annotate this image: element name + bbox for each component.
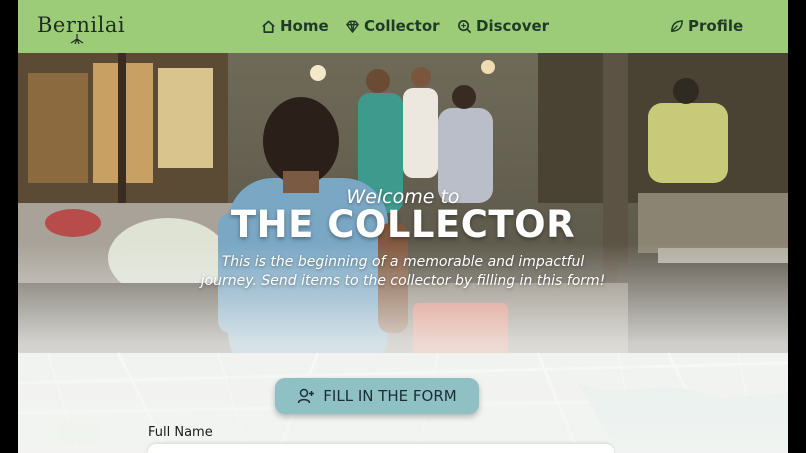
full-name-label: Full Name	[148, 425, 213, 440]
navbar: Bernilai Home Collector Discover Profile	[18, 0, 788, 53]
nav-home[interactable]: Home	[261, 17, 329, 35]
nav-home-label: Home	[280, 17, 329, 35]
nav-discover-label: Discover	[476, 17, 550, 35]
nav-profile-label: Profile	[688, 17, 744, 35]
full-name-field[interactable]	[148, 444, 614, 453]
home-icon	[262, 20, 275, 33]
roots-icon	[70, 34, 84, 44]
hero-section: Welcome to THE COLLECTOR This is the beg…	[18, 53, 788, 453]
fill-form-button-label: FILL IN THE FORM	[323, 387, 457, 405]
nav-collector-label: Collector	[364, 17, 440, 35]
search-icon	[458, 19, 472, 33]
hero-subtitle: This is the beginning of a memorable and…	[200, 254, 606, 289]
fill-form-button[interactable]: FILL IN THE FORM	[275, 378, 479, 414]
nav-discover[interactable]: Discover	[457, 17, 549, 35]
user-add-icon	[298, 388, 315, 404]
nav-collector[interactable]: Collector	[345, 17, 440, 35]
nav-profile[interactable]: Profile	[669, 17, 743, 35]
leaf-icon	[671, 19, 683, 32]
page-frame: Bernilai Home Collector Discover Profile…	[18, 0, 788, 453]
diamond-icon	[346, 20, 359, 33]
hero-title: THE COLLECTOR	[230, 203, 576, 246]
